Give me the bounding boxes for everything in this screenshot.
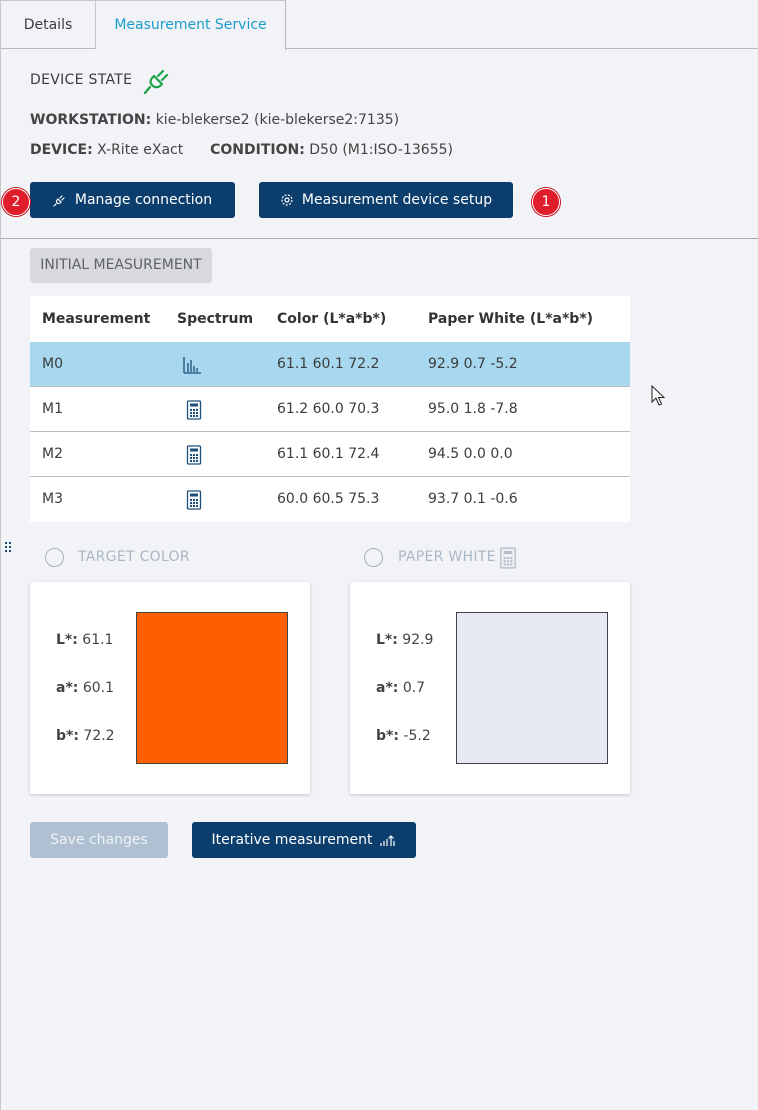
paper-a-value: 0.7	[402, 680, 426, 696]
row-name: M3	[42, 491, 63, 507]
table-row[interactable]: M3 60.0 60.5 75.3 93.7 0.1 -0.6	[30, 477, 630, 522]
workstation-line: WORKSTATION: kie-blekerse2 (kie-blekerse…	[30, 112, 399, 128]
device-value: X-Rite eXact	[97, 142, 184, 158]
row-color: 61.2 60.0 70.3	[277, 401, 380, 417]
calculator-icon[interactable]	[184, 400, 204, 420]
iterative-measurement-button[interactable]: Iterative measurement	[192, 822, 416, 858]
target-l-label: L*:	[56, 632, 78, 648]
gear-icon	[281, 194, 293, 206]
table-row[interactable]: M2 61.1 60.1 72.4 94.5 0.0 0.0	[30, 432, 630, 477]
workstation-label: WORKSTATION:	[30, 112, 152, 128]
annotation-badge-2: 2	[2, 188, 30, 216]
mouse-cursor-icon	[651, 385, 666, 406]
paper-a-row: a*: 0.7	[376, 680, 425, 696]
condition-label: CONDITION:	[210, 142, 305, 158]
target-color-radio[interactable]	[45, 548, 64, 567]
target-a-value: 60.1	[82, 680, 114, 696]
drag-handle-icon[interactable]	[4, 541, 12, 553]
target-b-label: b*:	[56, 728, 79, 744]
row-paper-white: 94.5 0.0 0.0	[428, 446, 513, 462]
device-state-label: DEVICE STATE	[30, 72, 133, 88]
table-row[interactable]: M0 61.1 60.1 72.2 92.9 0.7 -5.2	[30, 342, 630, 387]
measurement-table: Measurement Spectrum Color (L*a*b*) Pape…	[30, 296, 630, 522]
row-paper-white: 92.9 0.7 -5.2	[428, 356, 518, 372]
paper-l-value: 92.9	[402, 632, 434, 648]
row-name: M2	[42, 446, 63, 462]
manage-connection-label: Manage connection	[74, 192, 213, 208]
tab-details[interactable]: Details	[1, 0, 96, 49]
header-spectrum: Spectrum	[177, 311, 254, 327]
calculator-icon[interactable]	[184, 445, 204, 465]
target-b-value: 72.2	[83, 728, 115, 744]
annotation-badge-1: 1	[532, 188, 560, 216]
target-color-swatch	[136, 612, 288, 764]
row-paper-white: 95.0 1.8 -7.8	[428, 401, 518, 417]
row-color: 61.1 60.1 72.2	[277, 356, 380, 372]
row-name: M0	[42, 356, 63, 372]
calculator-icon	[500, 547, 516, 569]
target-a-label: a*:	[56, 680, 79, 696]
table-header-row: Measurement Spectrum Color (L*a*b*) Pape…	[30, 296, 630, 342]
plug-icon	[53, 195, 65, 207]
device-line: DEVICE: X-Rite eXact CONDITION: D50 (M1:…	[30, 142, 453, 158]
header-measurement: Measurement	[42, 311, 151, 327]
row-color: 60.0 60.5 75.3	[277, 491, 380, 507]
measurement-device-setup-button[interactable]: Measurement device setup	[259, 182, 513, 218]
paper-b-label: b*:	[376, 728, 399, 744]
header-paper-white: Paper White (L*a*b*)	[428, 311, 594, 327]
paper-b-value: -5.2	[403, 728, 431, 744]
manage-connection-button[interactable]: Manage connection	[30, 182, 235, 218]
header-color: Color (L*a*b*)	[277, 311, 387, 327]
paper-white-card: L*: 92.9 a*: 0.7 b*: -5.2	[350, 582, 630, 794]
workstation-value: kie-blekerse2 (kie-blekerse2:7135)	[155, 112, 400, 128]
paper-l-row: L*: 92.9	[376, 632, 433, 648]
target-color-label: TARGET COLOR	[78, 549, 190, 565]
tab-bar: Details Measurement Service	[1, 0, 758, 50]
chart-up-icon	[380, 835, 396, 846]
row-color: 61.1 60.1 72.4	[277, 446, 380, 462]
initial-measurement-button[interactable]: INITIAL MEASUREMENT	[30, 248, 212, 283]
bar-chart-icon[interactable]	[182, 355, 202, 375]
target-l-row: L*: 61.1	[56, 632, 113, 648]
target-color-card: L*: 61.1 a*: 60.1 b*: 72.2	[30, 582, 310, 794]
target-l-value: 61.1	[82, 632, 114, 648]
row-name: M1	[42, 401, 63, 417]
target-a-row: a*: 60.1	[56, 680, 114, 696]
calculator-icon[interactable]	[184, 490, 204, 510]
paper-white-radio[interactable]	[364, 548, 383, 567]
section-divider	[1, 238, 758, 239]
paper-l-label: L*:	[376, 632, 398, 648]
save-changes-button[interactable]: Save changes	[30, 822, 168, 858]
tab-measurement-service[interactable]: Measurement Service	[96, 0, 286, 50]
iterative-measurement-label: Iterative measurement	[211, 832, 373, 848]
measurement-device-setup-label: Measurement device setup	[301, 192, 493, 208]
target-b-row: b*: 72.2	[56, 728, 115, 744]
paper-white-swatch	[456, 612, 608, 764]
paper-white-label: PAPER WHITE	[398, 549, 496, 565]
condition-value: D50 (M1:ISO-13655)	[309, 142, 453, 158]
plug-connected-icon	[143, 69, 169, 95]
paper-b-row: b*: -5.2	[376, 728, 431, 744]
table-row[interactable]: M1 61.2 60.0 70.3 95.0 1.8 -7.8	[30, 387, 630, 432]
paper-a-label: a*:	[376, 680, 399, 696]
device-label: DEVICE:	[30, 142, 93, 158]
row-paper-white: 93.7 0.1 -0.6	[428, 491, 518, 507]
